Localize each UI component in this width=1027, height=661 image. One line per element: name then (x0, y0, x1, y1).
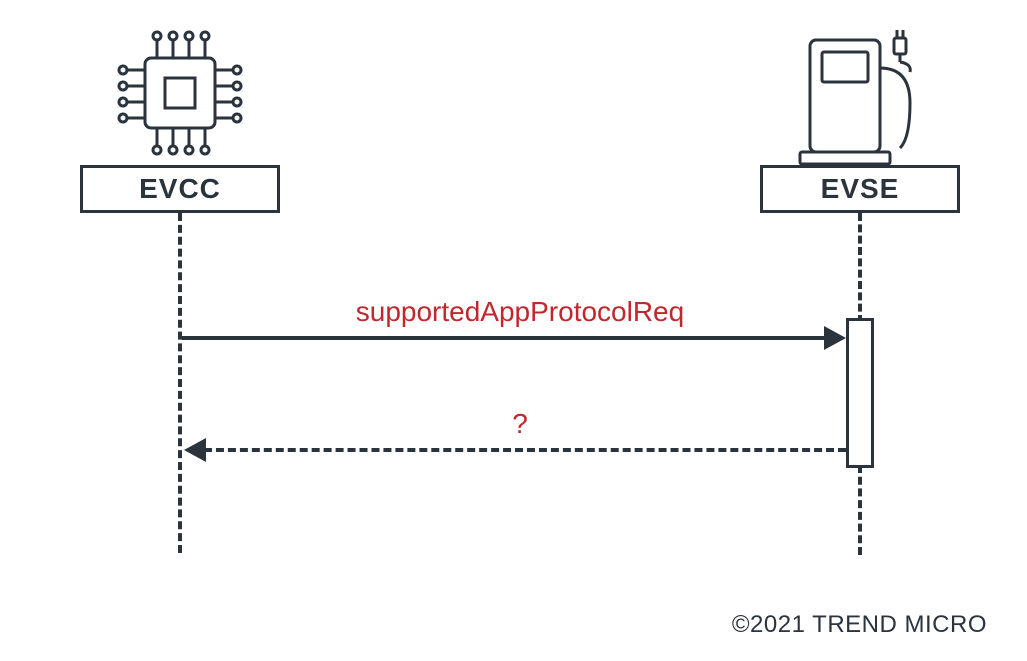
request-message-label: supportedAppProtocolReq (330, 296, 710, 328)
evse-activation-bar (846, 318, 874, 468)
request-arrow-shaft (182, 336, 826, 340)
response-arrow-shaft (204, 448, 846, 452)
evse-lifeline-top (858, 213, 862, 323)
response-message-label: ? (500, 408, 540, 440)
cpu-chip-icon (95, 18, 265, 168)
evcc-label-text: EVCC (139, 173, 221, 205)
response-arrow-head (184, 438, 206, 462)
evcc-lifeline (178, 213, 182, 553)
copyright-text: ©2021 TREND MICRO (732, 611, 987, 639)
request-arrow-head (824, 326, 846, 350)
evse-node-label: EVSE (760, 165, 960, 213)
sequence-diagram: EVCC EVSE supportedAppProtocolReq ? ©202… (0, 0, 1027, 661)
evse-lifeline-bottom (858, 465, 862, 555)
evcc-node-label: EVCC (80, 165, 280, 213)
charging-station-icon (782, 28, 952, 168)
evse-label-text: EVSE (821, 173, 900, 205)
